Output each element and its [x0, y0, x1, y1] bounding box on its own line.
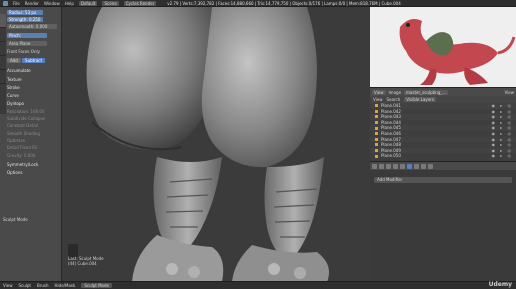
properties-panel: Add Modifier	[370, 170, 516, 282]
tab-misc[interactable]	[0, 70, 6, 84]
mesh-object-icon	[375, 115, 378, 119]
symmetry-panel-header[interactable]: Symmetry/Lock	[7, 162, 38, 167]
3d-viewport[interactable]: Last: Sculpt Mode (44) Cube.004	[62, 7, 370, 282]
dragon-render-image	[399, 19, 516, 85]
image-view-menu-2[interactable]: View	[505, 90, 515, 95]
mesh-object-icon	[375, 104, 378, 108]
render-engine-selector[interactable]: Cycles Render	[123, 0, 157, 6]
smooth-shading-checkbox[interactable]: Smooth Shading	[7, 131, 40, 136]
mesh-object-icon	[375, 126, 378, 130]
outliner-item[interactable]: Plane.050 ◉ ▸ ◎	[370, 153, 516, 159]
dyntopo-panel-header[interactable]: Dyntopo	[7, 101, 24, 106]
pinch-slider[interactable]: Pinch:	[7, 33, 47, 38]
bottom-view-menu[interactable]: View	[3, 283, 13, 288]
viewport-header: View Sculpt Brush Hide/Mask Sculpt Mode	[0, 281, 516, 289]
tool-shelf-tabs	[0, 14, 6, 114]
menu-help[interactable]: Help	[65, 1, 74, 6]
layers-tab-icon[interactable]	[379, 163, 384, 169]
add-modifier-dropdown[interactable]: Add Modifier	[374, 177, 512, 183]
image-editor-render-preview[interactable]	[370, 7, 516, 87]
autosmooth-slider[interactable]: Autosmooth: 0.000	[7, 24, 57, 29]
bottom-brush-menu[interactable]: Brush	[37, 283, 49, 288]
scene-tab-icon[interactable]	[386, 163, 391, 169]
texture-tab-icon[interactable]	[428, 163, 433, 169]
udemy-watermark: Udemy	[488, 281, 512, 288]
mode-selector[interactable]: Sculpt Mode	[81, 283, 112, 288]
curve-panel-header[interactable]: Curve	[7, 93, 19, 98]
tab-create[interactable]	[0, 56, 6, 70]
texture-panel-header[interactable]: Texture	[7, 77, 22, 82]
world-tab-icon[interactable]	[393, 163, 398, 169]
constant-detail-select[interactable]: Constant Detail	[7, 123, 38, 128]
front-faces-checkbox[interactable]: Front Faces Only	[7, 49, 40, 54]
menu-render[interactable]: Render	[25, 1, 39, 6]
data-tab-icon[interactable]	[414, 163, 419, 169]
outliner-filter-select[interactable]: Visible Layers	[404, 97, 436, 102]
scene-selector[interactable]: Scene	[102, 0, 119, 6]
blender-logo-icon[interactable]	[3, 0, 8, 6]
menu-file[interactable]: File	[13, 1, 20, 6]
image-editor-header: View Image master_sculpting_... View	[370, 87, 516, 96]
strength-slider[interactable]: Strength: 0.250	[7, 17, 43, 22]
tab-grease-pencil[interactable]	[0, 42, 6, 56]
material-tab-icon[interactable]	[421, 163, 426, 169]
outliner-header: View Search Visible Layers	[370, 96, 516, 103]
mesh-object-icon	[375, 154, 378, 158]
stroke-panel-header[interactable]: Stroke	[7, 85, 20, 90]
outliner-view-menu[interactable]: View	[373, 97, 383, 102]
outliner-list: Plane.041 ◉ ▸ ◎ Plane.042 ◉ ▸ ◎ Plane.043 ◉…	[370, 103, 516, 161]
scene-stats: v2.79 | Verts:7,392,782 | Faces:14,880,6…	[167, 0, 401, 6]
menu-window[interactable]: Window	[44, 1, 60, 6]
image-view-menu[interactable]: View	[372, 89, 386, 95]
visibility-icons: ◉ ▸ ◎	[491, 153, 513, 159]
tab-tools[interactable]	[0, 14, 6, 28]
detail-size-field[interactable]: Resolution: 160.00	[7, 109, 45, 114]
mesh-object-icon	[375, 132, 378, 136]
sculpted-creature-legs	[86, 7, 330, 282]
mesh-object-icon	[375, 143, 378, 147]
mesh-object-icon	[375, 149, 378, 153]
mesh-object-icon	[375, 137, 378, 141]
gravity-field[interactable]: Gravity: 0.000	[7, 153, 35, 158]
object-tab-icon[interactable]	[400, 163, 405, 169]
area-plane-select[interactable]: Area Plane	[7, 41, 47, 46]
mesh-object-icon	[375, 121, 378, 125]
add-button[interactable]: Add	[7, 58, 21, 63]
render-tab-icon[interactable]	[372, 163, 377, 169]
last-operator-label: Sculpt Mode	[3, 217, 28, 222]
bottom-sculpt-menu[interactable]: Sculpt	[19, 283, 32, 288]
modifier-tab-icon[interactable]	[407, 163, 412, 169]
image-menu[interactable]: Image	[389, 90, 402, 95]
image-file-selector[interactable]: master_sculpting_...	[404, 89, 449, 95]
options-panel-header[interactable]: Options	[7, 170, 22, 175]
tool-shelf: Radius: 53 px Strength: 0.250 Autosmooth…	[0, 7, 62, 281]
properties-tabs	[370, 161, 516, 170]
layout-selector[interactable]: Default	[78, 0, 98, 6]
subtract-button[interactable]: Subtract	[22, 58, 46, 63]
subdivide-collapse-select[interactable]: Subdivide Collapse	[7, 116, 45, 121]
tab-options[interactable]	[0, 28, 6, 42]
top-menu-bar: File Render Window Help Default Scene Cy…	[0, 0, 516, 7]
accumulate-checkbox[interactable]: Accumulate	[7, 68, 31, 73]
outliner-search-menu[interactable]: Search	[387, 97, 401, 102]
bottom-hide-mask-menu[interactable]: Hide/Mask	[55, 283, 76, 288]
optimize-button[interactable]: Optimize	[7, 138, 25, 143]
radius-slider[interactable]: Radius: 53 px	[7, 10, 43, 15]
viewport-object-label: Last: Sculpt Mode (44) Cube.004	[68, 256, 104, 266]
mesh-object-icon	[375, 109, 378, 113]
detail-flood-fill-button[interactable]: Detail Flood Fill	[7, 145, 38, 150]
